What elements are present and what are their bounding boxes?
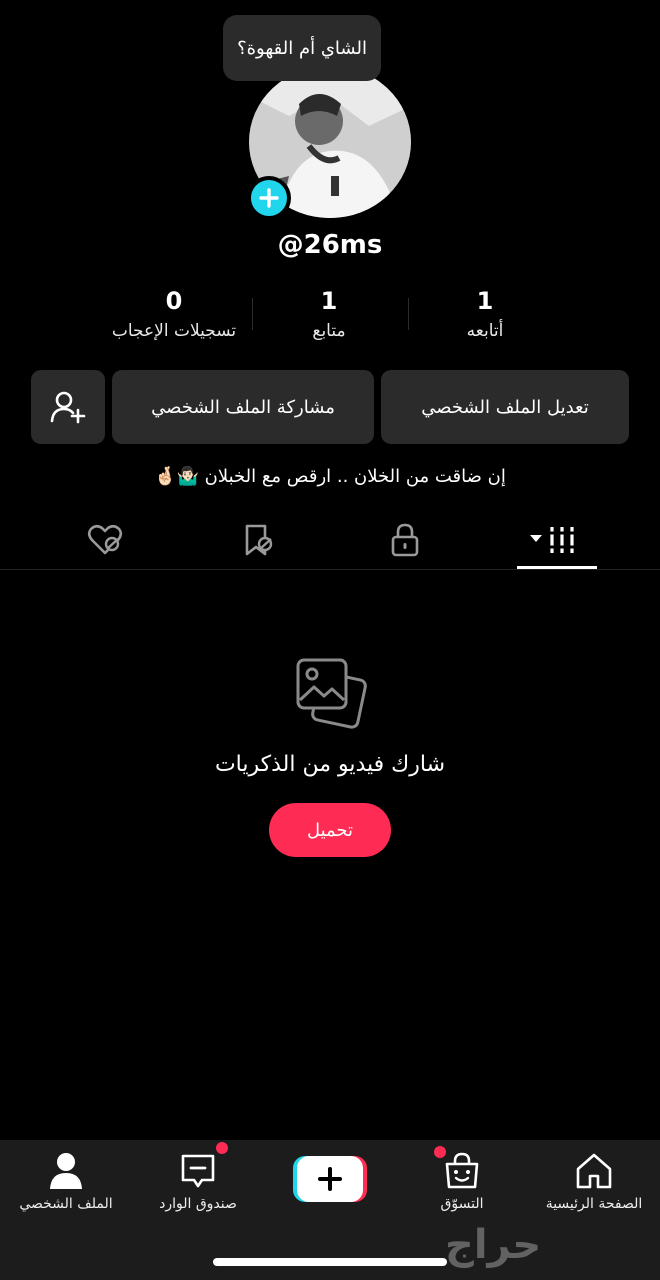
add-friend-button[interactable] [31, 370, 105, 444]
home-indicator[interactable] [213, 1258, 447, 1266]
add-user-icon [50, 391, 86, 424]
shop-notification-dot [434, 1146, 446, 1158]
stat-following[interactable]: 1 أتابعه [385, 287, 585, 341]
inbox-notification-dot [216, 1142, 228, 1154]
profile-icon [50, 1153, 82, 1189]
site-watermark: حراج [445, 1222, 542, 1268]
photos-icon [294, 656, 368, 734]
nav-home-label: الصفحة الرئيسية [545, 1196, 643, 1212]
bookmark-hidden-icon [245, 524, 272, 556]
tabs-divider [0, 569, 660, 570]
liked-heart-hidden-icon [87, 524, 122, 555]
nav-create[interactable] [264, 1148, 396, 1228]
profile-status-bubble: الشاي أم القهوة؟ [223, 15, 381, 81]
tab-private[interactable] [322, 512, 487, 568]
share-profile-button[interactable]: مشاركة الملف الشخصي [112, 370, 374, 444]
tab-videos[interactable] [473, 512, 638, 568]
empty-state-title: شارك فيديو من الذكريات [214, 752, 446, 777]
nav-profile[interactable]: الملف الشخصي [0, 1148, 132, 1228]
nav-profile-label: الملف الشخصي [19, 1196, 113, 1212]
add-story-button[interactable] [247, 176, 291, 220]
profile-bio: إن ضاقت من الخلان .. ارقص مع الخبلان 🤷🏻‍… [154, 466, 506, 487]
grid-videos-icon [529, 527, 576, 553]
home-icon [576, 1153, 612, 1189]
plus-icon [259, 188, 279, 208]
stat-following-value: 1 [476, 287, 494, 315]
tab-liked[interactable] [22, 512, 187, 568]
inbox-icon [181, 1154, 215, 1188]
create-plus-icon [293, 1156, 367, 1202]
nav-inbox[interactable]: صندوق الوارد [132, 1142, 264, 1228]
nav-home[interactable]: الصفحة الرئيسية [528, 1148, 660, 1228]
nav-shop-label: التسوّق [440, 1196, 484, 1212]
stat-following-label: أتابعه [466, 321, 504, 341]
shopping-bag-icon [445, 1152, 479, 1189]
tab-favorites[interactable] [174, 512, 339, 568]
nav-inbox-label: صندوق الوارد [159, 1196, 237, 1212]
lock-icon [391, 523, 418, 557]
nav-shop[interactable]: التسوّق [396, 1146, 528, 1228]
profile-handle: @26ms [277, 230, 383, 260]
upload-button[interactable]: تحميل [269, 803, 391, 857]
edit-profile-button[interactable]: تعديل الملف الشخصي [381, 370, 629, 444]
